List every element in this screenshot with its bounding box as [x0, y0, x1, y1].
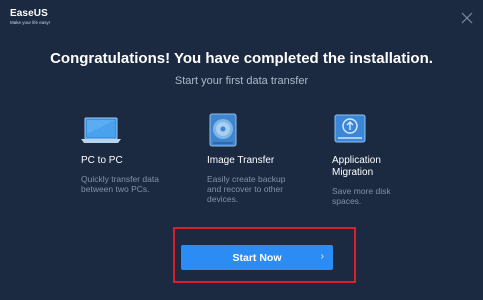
- feature-desc: Easily create backup and recover to othe…: [207, 174, 286, 204]
- feature-title: Image Transfer: [207, 155, 275, 166]
- feature-desc: Save more disk spaces.: [332, 186, 391, 206]
- logo-tagline: Make your life easy!: [10, 20, 51, 25]
- feature-title: Application Migration: [332, 155, 381, 178]
- feature-title: PC to PC: [81, 155, 123, 166]
- disk-image-icon: [207, 112, 247, 148]
- feature-desc: Quickly transfer data between two PCs.: [81, 174, 159, 194]
- close-icon[interactable]: [460, 11, 474, 25]
- page-subtitle: Start your first data transfer: [174, 75, 309, 87]
- app-upload-drive-icon: [332, 112, 372, 148]
- laptop-icon: [81, 112, 121, 148]
- feature-application-migration: Application Migration Save more disk spa…: [332, 112, 412, 206]
- easeus-logo: EaseUS Make your life easy!: [10, 8, 51, 26]
- page-title: Congratulations! You have completed the …: [50, 50, 433, 67]
- logo-name: EaseUS: [10, 8, 48, 19]
- feature-image-transfer: Image Transfer Easily create backup and …: [207, 112, 297, 204]
- chevron-right-icon: ›: [320, 251, 324, 262]
- start-now-label: Start Now: [232, 251, 282, 264]
- feature-pc-to-pc: PC to PC Quickly transfer data between t…: [81, 112, 181, 194]
- start-now-button[interactable]: Start Now ›: [181, 245, 333, 270]
- installer-window: EaseUS Make your life easy! Congratulati…: [0, 0, 483, 300]
